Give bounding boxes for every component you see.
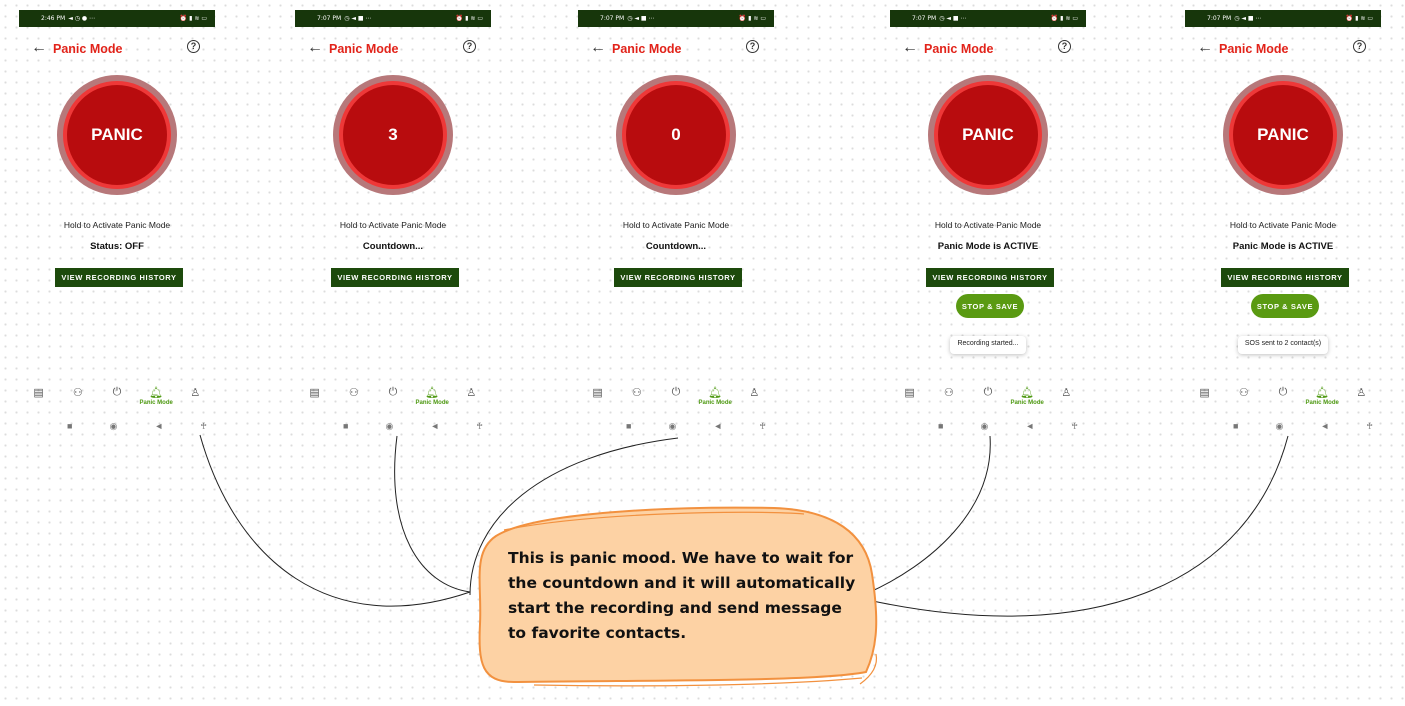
connector-line-1 [199, 434, 471, 607]
connector-line-5 [867, 435, 1289, 617]
callout-text: This is panic mood. We have to wait for … [508, 549, 856, 642]
connector-line-2 [394, 435, 471, 593]
connector-line-4 [867, 435, 991, 594]
